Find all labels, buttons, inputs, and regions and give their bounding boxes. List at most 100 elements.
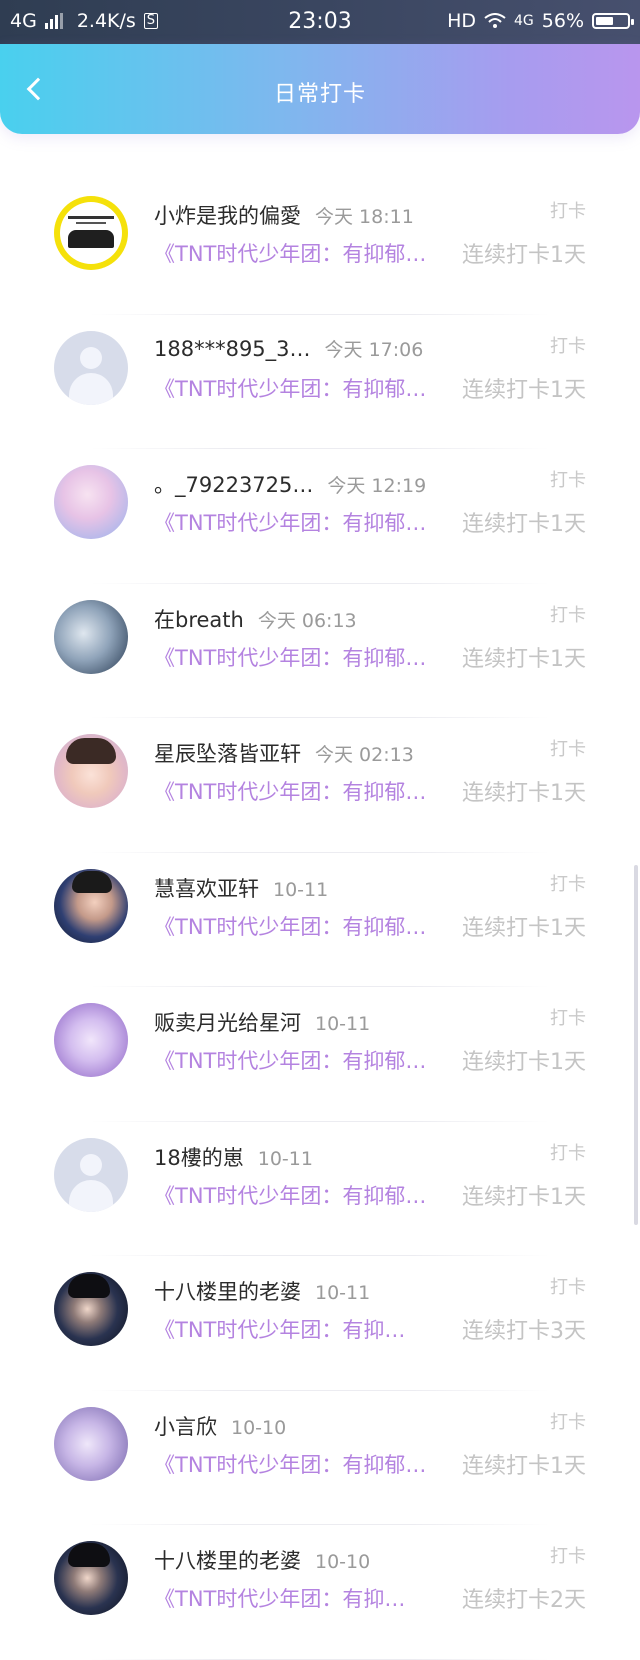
list-item[interactable]: 慧喜欢亚轩 10-11 打卡 《TNT时代少年团：有抑郁… 连续打卡1天	[0, 853, 640, 987]
user-name-text[interactable]: 。_79223725…	[154, 473, 313, 497]
user-name[interactable]: 贩卖月光给星河 10-11	[154, 1007, 370, 1037]
avatar[interactable]	[54, 465, 128, 539]
topic-text[interactable]: 《TNT时代少年团：有抑郁…	[154, 646, 426, 670]
checkin-time: 10-10	[315, 1551, 371, 1573]
streak-text: 连续打卡1天	[462, 512, 586, 537]
user-name-text[interactable]: 十八楼里的老婆	[154, 1280, 301, 1304]
checkin-time: 今天 02:13	[315, 744, 414, 766]
list-item[interactable]: 十八楼里的老婆 10-11 打卡 《TNT时代少年团：有抑… 连续打卡3天	[0, 1256, 640, 1391]
topic-text[interactable]: 《TNT时代少年团：有抑郁…	[154, 242, 426, 266]
list-item[interactable]: 18樓的崽 10-11 打卡 《TNT时代少年团：有抑郁… 连续打卡1天	[0, 1122, 640, 1256]
checkin-label: 打卡	[550, 1142, 586, 1164]
topic-link[interactable]: 《TNT时代少年团：有抑郁…	[154, 507, 426, 537]
checkin-label: 打卡	[550, 604, 586, 626]
user-name[interactable]: 小言欣 10-10	[154, 1411, 286, 1441]
checkin-label: 打卡	[550, 1411, 586, 1433]
list-item[interactable]: 小炸是我的偏愛 今天 18:11 打卡 《TNT时代少年团：有抑郁… 连续打卡1天	[0, 180, 640, 315]
user-name[interactable]: 18樓的崽 10-11	[154, 1142, 313, 1172]
checkin-time: 10-11	[257, 1147, 313, 1170]
checkin-label: 打卡	[550, 739, 586, 760]
streak-text: 连续打卡1天	[462, 1184, 586, 1210]
user-name[interactable]: 十八楼里的老婆 10-10	[154, 1545, 370, 1575]
hd-label: HD	[447, 10, 476, 32]
user-name[interactable]: 慧喜欢亚轩 10-11	[154, 873, 328, 903]
topic-text[interactable]: 《TNT时代少年团：有抑郁…	[154, 780, 426, 804]
list-item[interactable]: 。_79223725… 今天 12:19 打卡 《TNT时代少年团：有抑郁… 连续…	[0, 449, 640, 584]
avatar[interactable]	[54, 330, 128, 405]
user-name[interactable]: 在breath 今天 06:13	[154, 604, 357, 634]
streak-text: 连续打卡1天	[462, 1050, 586, 1075]
checkin-time: 今天 18:11	[315, 206, 414, 228]
topic-link[interactable]: 《TNT时代少年团：有抑…	[154, 1583, 405, 1613]
avatar[interactable]	[54, 1137, 128, 1212]
topic-text[interactable]: 《TNT时代少年团：有抑郁…	[154, 1049, 426, 1073]
user-name-text[interactable]: 十八楼里的老婆	[154, 1549, 301, 1573]
topic-text[interactable]: 《TNT时代少年团：有抑郁…	[154, 377, 426, 401]
user-name-text[interactable]: 星辰坠落皆亚轩	[154, 742, 301, 766]
topic-link[interactable]: 《TNT时代少年团：有抑郁…	[154, 1449, 426, 1479]
list-item[interactable]: 十八楼里的老婆 10-10 打卡 《TNT时代少年团：有抑… 连续打卡2天	[0, 1525, 640, 1660]
user-name-text[interactable]: 贩卖月光给星河	[154, 1011, 301, 1035]
checkin-label: 打卡	[550, 873, 586, 895]
list-item[interactable]: 星辰坠落皆亚轩 今天 02:13 打卡 《TNT时代少年团：有抑郁… 连续打卡1天	[0, 718, 640, 853]
avatar[interactable]	[54, 599, 128, 674]
user-name[interactable]: 。_79223725… 今天 12:19	[154, 469, 426, 499]
checkin-label: 打卡	[550, 1008, 586, 1029]
list-item[interactable]: 小言欣 10-10 打卡 《TNT时代少年团：有抑郁… 连续打卡1天	[0, 1391, 640, 1525]
topic-link[interactable]: 《TNT时代少年团：有抑郁…	[154, 373, 426, 403]
topic-link[interactable]: 《TNT时代少年团：有抑郁…	[154, 238, 426, 268]
topic-link[interactable]: 《TNT时代少年团：有抑…	[154, 1314, 405, 1344]
scrollbar[interactable]	[634, 865, 638, 1225]
topic-text[interactable]: 《TNT时代少年团：有抑郁…	[154, 1184, 426, 1208]
topic-text[interactable]: 《TNT时代少年团：有抑…	[154, 1318, 405, 1342]
user-name[interactable]: 星辰坠落皆亚轩 今天 02:13	[154, 738, 414, 768]
checkin-label: 打卡	[550, 1546, 586, 1567]
topic-link[interactable]: 《TNT时代少年团：有抑郁…	[154, 642, 426, 672]
checkin-label: 打卡	[550, 470, 586, 491]
battery-level-fill	[596, 17, 613, 25]
avatar[interactable]	[54, 1406, 128, 1481]
battery-percent: 56%	[541, 10, 584, 32]
topic-text[interactable]: 《TNT时代少年团：有抑…	[154, 1587, 405, 1611]
app-header: 日常打卡	[0, 44, 640, 134]
user-name-text[interactable]: 小炸是我的偏愛	[154, 204, 301, 228]
topic-link[interactable]: 《TNT时代少年团：有抑郁…	[154, 776, 426, 806]
user-name-text[interactable]: 在breath	[154, 608, 244, 632]
list-item[interactable]: 188***895_3… 今天 17:06 打卡 《TNT时代少年团：有抑郁… 连…	[0, 315, 640, 449]
user-name-text[interactable]: 小言欣	[154, 1415, 217, 1439]
streak-text: 连续打卡3天	[462, 1319, 586, 1344]
streak-text: 连续打卡1天	[462, 915, 586, 941]
topic-link[interactable]: 《TNT时代少年团：有抑郁…	[154, 1180, 426, 1210]
checkin-time: 今天 17:06	[324, 338, 424, 361]
avatar[interactable]	[54, 1003, 128, 1077]
user-name[interactable]: 188***895_3… 今天 17:06	[154, 335, 423, 362]
topic-text[interactable]: 《TNT时代少年团：有抑郁…	[154, 511, 426, 535]
user-name-text[interactable]: 188***895_3…	[154, 337, 311, 361]
avatar[interactable]	[54, 868, 128, 943]
topic-text[interactable]: 《TNT时代少年团：有抑郁…	[154, 915, 426, 939]
network2-label: 4G	[514, 13, 534, 29]
avatar[interactable]	[54, 1272, 128, 1346]
topic-text[interactable]: 《TNT时代少年团：有抑郁…	[154, 1453, 426, 1477]
wifi-icon	[484, 13, 506, 28]
user-name[interactable]: 小炸是我的偏愛 今天 18:11	[154, 200, 414, 230]
checkin-time: 10-11	[315, 1282, 371, 1304]
checkin-label: 打卡	[550, 1277, 586, 1298]
streak-text: 连续打卡1天	[462, 377, 586, 403]
avatar[interactable]	[54, 734, 128, 808]
user-name-text[interactable]: 慧喜欢亚轩	[154, 877, 259, 901]
checkin-time: 10-11	[273, 878, 329, 901]
avatar[interactable]	[54, 1541, 128, 1615]
topic-link[interactable]: 《TNT时代少年团：有抑郁…	[154, 1045, 426, 1075]
checkin-label: 打卡	[550, 201, 586, 222]
user-name[interactable]: 十八楼里的老婆 10-11	[154, 1276, 370, 1306]
streak-text: 连续打卡1天	[462, 243, 586, 268]
streak-text: 连续打卡2天	[462, 1588, 586, 1613]
streak-text: 连续打卡1天	[462, 781, 586, 806]
user-name-text[interactable]: 18樓的崽	[154, 1146, 244, 1170]
status-bar: 4G 2.4K/s S 23:03 HD 4G 56%	[0, 0, 640, 44]
topic-link[interactable]: 《TNT时代少年团：有抑郁…	[154, 911, 426, 941]
avatar[interactable]	[54, 196, 128, 270]
list-item[interactable]: 在breath 今天 06:13 打卡 《TNT时代少年团：有抑郁… 连续打卡1天	[0, 584, 640, 718]
list-item[interactable]: 贩卖月光给星河 10-11 打卡 《TNT时代少年团：有抑郁… 连续打卡1天	[0, 987, 640, 1122]
